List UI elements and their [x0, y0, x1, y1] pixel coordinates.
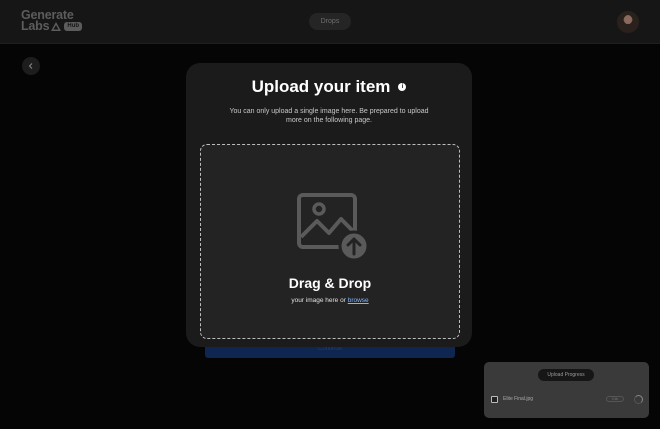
modal-title: Upload your item — [251, 77, 391, 96]
browse-link[interactable]: browse — [348, 297, 369, 304]
back-button[interactable] — [22, 57, 40, 75]
image-upload-icon — [297, 193, 371, 263]
top-navigation-bar: Generate Labs Hub Drops — [0, 0, 660, 44]
chevron-left-icon — [27, 57, 35, 75]
upload-file-row: Elite Final.jpg 0 kb — [491, 393, 643, 405]
upload-modal: Upload your item i You can only upload a… — [186, 63, 472, 347]
upload-progress-panel: Upload Progress Elite Final.jpg 0 kb — [484, 362, 649, 418]
drops-nav-pill[interactable]: Drops — [309, 13, 351, 30]
logo-row2: Labs Hub — [21, 19, 91, 33]
logo-line2: Labs — [21, 19, 50, 33]
info-icon[interactable]: i — [398, 83, 407, 91]
modal-description: You can only upload a single image here.… — [229, 108, 429, 124]
spinner-icon — [634, 394, 643, 404]
modal-title-row: Upload your item i — [186, 77, 472, 97]
upload-file-status: 0 kb — [606, 396, 624, 402]
file-icon — [491, 395, 498, 403]
dropzone-title: Drag & Drop — [288, 275, 372, 291]
logo-badge: Hub — [64, 22, 83, 31]
upload-file-name: Elite Final.jpg — [503, 396, 534, 402]
upload-progress-title[interactable]: Upload Progress — [538, 369, 594, 381]
image-dropzone[interactable]: Drag & Drop your image here or browse — [200, 144, 460, 339]
dropzone-subtitle: your image here or browse — [201, 297, 459, 304]
dropzone-subtitle-text: your image here or — [291, 297, 348, 304]
generate-labs-logo[interactable]: Generate Labs Hub — [21, 9, 91, 36]
logo-triangle-icon — [51, 22, 62, 31]
user-avatar[interactable] — [617, 11, 639, 33]
